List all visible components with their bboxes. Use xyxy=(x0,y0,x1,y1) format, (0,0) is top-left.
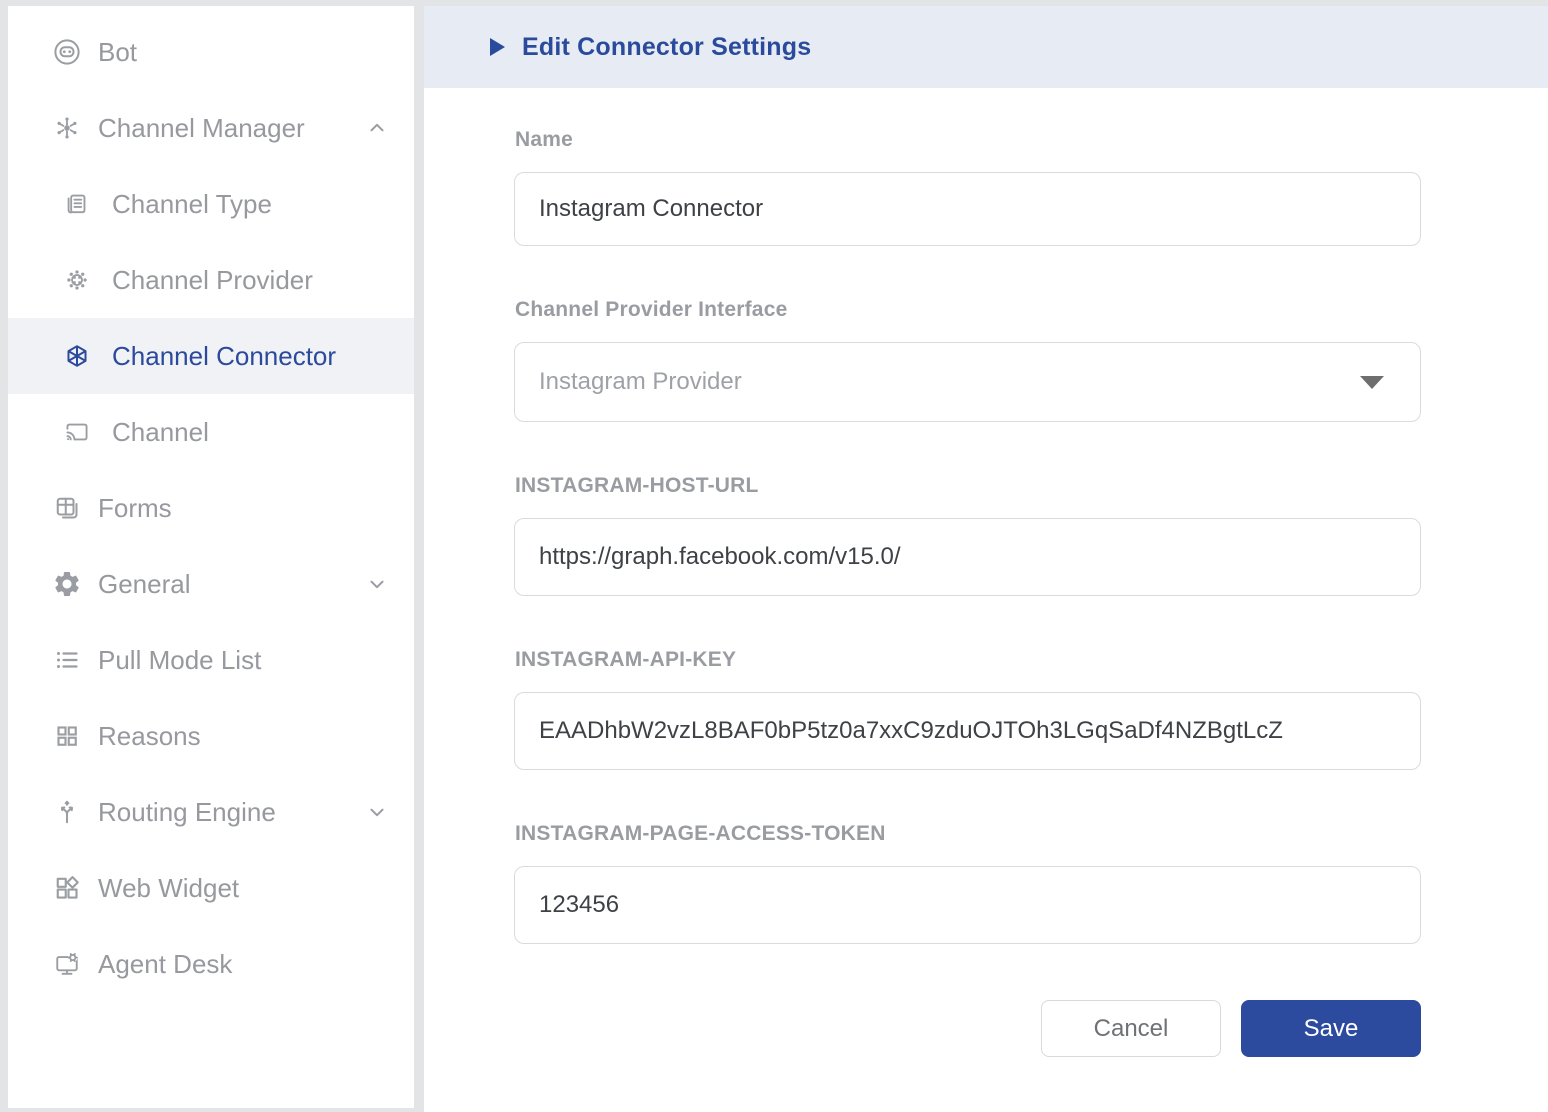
sidebar-item-reasons[interactable]: Reasons xyxy=(8,698,414,774)
sidebar-item-label: Reasons xyxy=(98,721,201,752)
sidebar-item-bot[interactable]: Bot xyxy=(8,14,414,90)
routing-engine-icon xyxy=(52,797,82,827)
sidebar-item-label: Bot xyxy=(98,37,137,68)
channel-provider-interface-select[interactable]: Instagram Provider xyxy=(514,342,1421,422)
channel-connector-icon xyxy=(62,341,92,371)
name-input[interactable] xyxy=(514,172,1421,246)
cancel-button[interactable]: Cancel xyxy=(1041,1000,1221,1057)
sidebar-item-channel-type[interactable]: Channel Type xyxy=(8,166,414,242)
sidebar-item-label: Channel Type xyxy=(112,189,272,220)
channel-cast-icon xyxy=(62,417,92,447)
sidebar-item-general[interactable]: General xyxy=(8,546,414,622)
instagram-api-key-input[interactable] xyxy=(514,692,1421,770)
chevron-down-icon xyxy=(366,801,388,823)
sidebar-item-forms[interactable]: Forms xyxy=(8,470,414,546)
instagram-page-access-token-input[interactable] xyxy=(514,866,1421,944)
connector-settings-form: Name Channel Provider Interface Instagra… xyxy=(424,88,1421,1057)
instagram-host-url-input[interactable] xyxy=(514,518,1421,596)
sidebar-item-label: Channel Provider xyxy=(112,265,313,296)
gear-icon xyxy=(52,569,82,599)
chevron-up-icon xyxy=(366,117,388,139)
name-field-group: Name xyxy=(514,128,1421,246)
sidebar: Bot Channel Manager xyxy=(8,6,414,1108)
save-button[interactable]: Save xyxy=(1241,1000,1421,1057)
selected-provider-value: Instagram Provider xyxy=(539,368,742,396)
sidebar-item-label: Forms xyxy=(98,493,172,524)
edit-connector-settings-header: Edit Connector Settings xyxy=(424,6,1548,88)
instagram-page-access-token-label: INSTAGRAM-PAGE-ACCESS-TOKEN xyxy=(515,822,1421,846)
sidebar-item-channel-manager[interactable]: Channel Manager xyxy=(8,90,414,166)
play-icon xyxy=(490,38,505,56)
sidebar-item-label: Pull Mode List xyxy=(98,645,261,676)
main-panel: Edit Connector Settings Name Channel Pro… xyxy=(424,6,1548,1112)
channel-type-icon xyxy=(62,189,92,219)
sidebar-item-agent-desk[interactable]: Agent Desk xyxy=(8,926,414,1002)
page-title: Edit Connector Settings xyxy=(522,33,811,62)
web-widget-icon xyxy=(52,873,82,903)
sidebar-item-label: Routing Engine xyxy=(98,797,276,828)
channel-provider-icon xyxy=(62,265,92,295)
host-url-field-group: INSTAGRAM-HOST-URL xyxy=(514,474,1421,596)
channel-manager-icon xyxy=(52,113,82,143)
pull-mode-list-icon xyxy=(52,645,82,675)
agent-desk-icon xyxy=(52,949,82,979)
sidebar-item-label: Agent Desk xyxy=(98,949,232,980)
dropdown-caret-icon xyxy=(1360,376,1384,389)
page-access-token-field-group: INSTAGRAM-PAGE-ACCESS-TOKEN xyxy=(514,822,1421,944)
provider-interface-field-group: Channel Provider Interface Instagram Pro… xyxy=(514,298,1421,422)
sidebar-item-label: Channel Connector xyxy=(112,341,336,372)
reasons-grid-icon xyxy=(52,721,82,751)
instagram-api-key-label: INSTAGRAM-API-KEY xyxy=(515,648,1421,672)
forms-icon xyxy=(52,493,82,523)
form-actions: Cancel Save xyxy=(514,1000,1421,1057)
sidebar-item-channel[interactable]: Channel xyxy=(8,394,414,470)
instagram-host-url-label: INSTAGRAM-HOST-URL xyxy=(515,474,1421,498)
channel-provider-interface-label: Channel Provider Interface xyxy=(515,298,1421,322)
sidebar-item-pull-mode-list[interactable]: Pull Mode List xyxy=(8,622,414,698)
sidebar-item-label: General xyxy=(98,569,191,600)
sidebar-item-web-widget[interactable]: Web Widget xyxy=(8,850,414,926)
sidebar-item-channel-connector[interactable]: Channel Connector xyxy=(8,318,414,394)
chevron-down-icon xyxy=(366,573,388,595)
sidebar-item-channel-provider[interactable]: Channel Provider xyxy=(8,242,414,318)
sidebar-item-label: Channel Manager xyxy=(98,113,305,144)
sidebar-item-label: Web Widget xyxy=(98,873,239,904)
bot-icon xyxy=(52,37,82,67)
name-label: Name xyxy=(515,128,1421,152)
api-key-field-group: INSTAGRAM-API-KEY xyxy=(514,648,1421,770)
sidebar-item-routing-engine[interactable]: Routing Engine xyxy=(8,774,414,850)
sidebar-item-label: Channel xyxy=(112,417,209,448)
